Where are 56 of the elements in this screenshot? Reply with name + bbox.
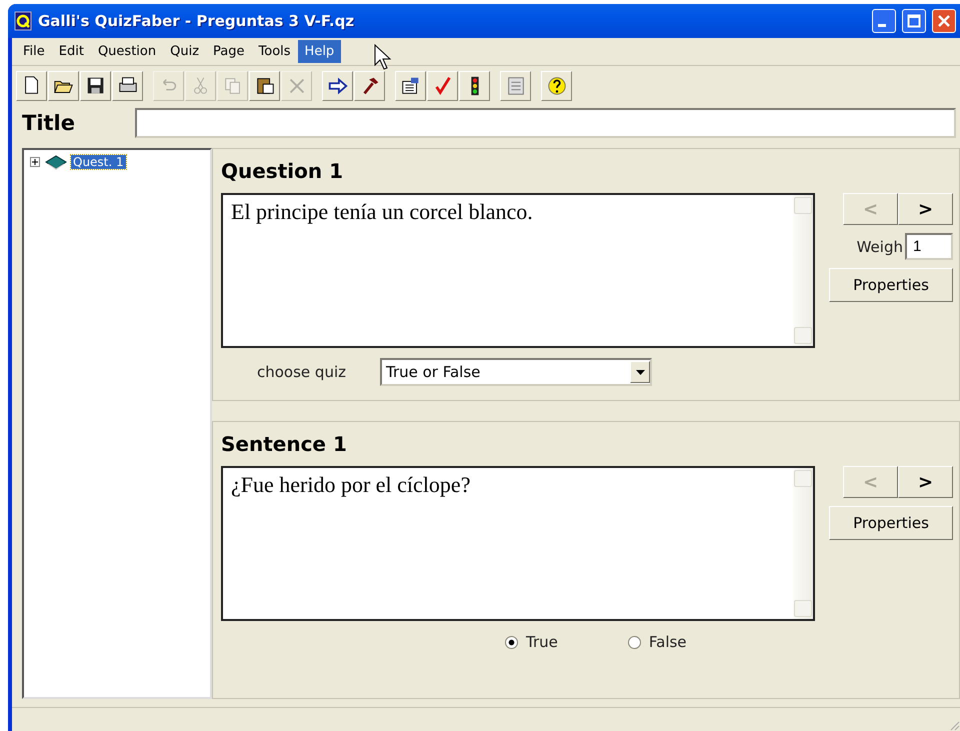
document-icon-button[interactable]	[500, 71, 531, 101]
hammer-icon-button[interactable]	[354, 71, 385, 101]
question-text: El principe tenía un corcel blanco.	[230, 198, 534, 226]
menu-item[interactable]: Quiz	[163, 40, 206, 63]
next-button[interactable]: >	[898, 466, 953, 498]
choose-quiz-label: choose quiz	[257, 363, 346, 381]
title-label: Title	[22, 111, 76, 135]
form-icon	[400, 75, 422, 97]
tree-item[interactable]: Quest. 1	[71, 155, 126, 169]
dropdown-arrow-icon	[636, 370, 644, 374]
menu-item[interactable]: Edit	[52, 40, 91, 63]
resize-grip-icon	[948, 719, 960, 731]
radio-button[interactable]	[628, 636, 641, 648]
answer-radio[interactable]: True	[505, 633, 558, 651]
floppy-disk-icon-button[interactable]	[80, 71, 111, 101]
help-icon-button[interactable]	[541, 71, 572, 101]
traffic-light-icon-button[interactable]	[459, 71, 490, 101]
sentence-text-area[interactable]: ¿Fue herido por el cíclope?	[221, 466, 815, 621]
quiz-type-dropdown[interactable]: True or False	[380, 358, 652, 386]
question-text-area[interactable]: El principe tenía un corcel blanco.	[221, 193, 815, 348]
new-file-icon-button[interactable]	[16, 71, 47, 101]
close-button[interactable]	[932, 9, 956, 33]
maximize-button[interactable]	[902, 9, 926, 33]
sentence-text: ¿Fue herido por el cíclope?	[230, 471, 472, 499]
sentence-heading: Sentence 1	[221, 432, 348, 456]
mouse-pointer-icon	[374, 44, 392, 70]
book-icon	[44, 154, 68, 170]
right-arrow-icon-button[interactable]	[322, 71, 353, 101]
menu-item[interactable]: Tools	[252, 40, 298, 63]
right-arrow-icon	[326, 75, 348, 97]
question-heading: Question 1	[221, 159, 344, 183]
minimize-icon	[878, 24, 886, 27]
checkmark-icon-button[interactable]	[427, 71, 458, 101]
close-icon	[937, 14, 951, 28]
minimize-button[interactable]	[872, 9, 896, 33]
properties-button[interactable]: Properties	[829, 506, 953, 540]
form-icon-button[interactable]	[395, 71, 426, 101]
menu-item[interactable]: Page	[206, 40, 252, 63]
printer-icon-button[interactable]	[112, 71, 143, 101]
weight-field[interactable]: 1	[905, 233, 953, 260]
properties-button[interactable]: Properties	[829, 268, 953, 302]
next-button[interactable]: >	[898, 193, 953, 225]
folder-icon-button[interactable]	[48, 71, 79, 101]
menu-item[interactable]: File	[16, 40, 52, 63]
clipboard-icon-button[interactable]	[249, 71, 280, 101]
menu-item[interactable]: Question	[90, 40, 164, 63]
answer-radio[interactable]: False	[628, 633, 687, 651]
radio-button[interactable]	[505, 636, 518, 648]
help-icon	[546, 75, 568, 97]
window-title: Galli's QuizFaber - Preguntas 3 V-F.qz	[38, 12, 356, 30]
menu-item[interactable]: Help	[298, 40, 342, 63]
expand-icon[interactable]	[30, 156, 41, 168]
app-icon	[14, 11, 32, 31]
maximize-icon	[907, 14, 921, 28]
title-field[interactable]	[135, 108, 956, 138]
weight-label: Weigh	[856, 238, 903, 256]
